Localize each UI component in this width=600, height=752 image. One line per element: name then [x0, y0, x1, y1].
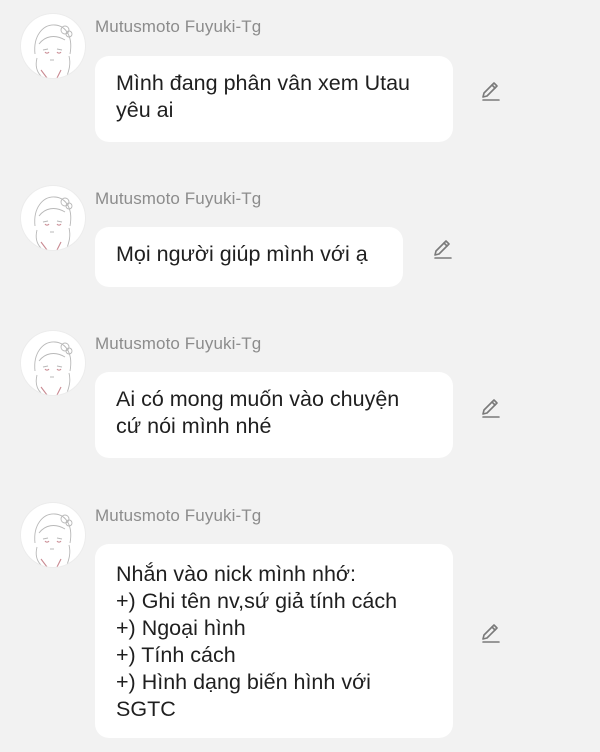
anime-girl-avatar-icon: [34, 24, 73, 78]
chat-thread: Mutusmoto Fuyuki-Tg Mình đang phân vân x…: [0, 0, 600, 752]
message-text-line: +) Ghi tên nv,sứ giả tính cách: [116, 589, 398, 613]
pencil-icon[interactable]: [479, 79, 503, 103]
anime-girl-avatar-icon: [34, 196, 73, 250]
message-text-line: +) Ngoại hình: [116, 616, 246, 640]
message-text-line: SGTC: [116, 697, 176, 721]
message-text-line: Mình đang phân vân xem Utau: [116, 71, 411, 95]
avatar[interactable]: [21, 186, 85, 250]
anime-girl-avatar-icon: [34, 341, 73, 395]
sender-name: Mutusmoto Fuyuki-Tg: [95, 506, 262, 525]
pencil-icon[interactable]: [479, 621, 503, 645]
anime-girl-avatar-icon: [34, 513, 73, 567]
avatar[interactable]: [21, 503, 85, 567]
message-text-line: Nhắn vào nick mình nhớ:: [116, 562, 356, 586]
message-text-line: +) Tính cách: [116, 643, 236, 667]
pencil-icon[interactable]: [431, 237, 455, 261]
sender-name: Mutusmoto Fuyuki-Tg: [95, 334, 262, 353]
message-bubble[interactable]: Mọi người giúp mình với ạ: [95, 227, 403, 287]
message-text-line: Ai có mong muốn vào chuyện: [116, 387, 400, 411]
sender-name: Mutusmoto Fuyuki-Tg: [95, 17, 262, 36]
message-text-line: +) Hình dạng biến hình với: [116, 670, 371, 694]
message-text-line: cứ nói mình nhé: [116, 414, 272, 438]
message-bubble[interactable]: Ai có mong muốn vào chuyện cứ nói mình n…: [95, 372, 453, 458]
message-bubble[interactable]: Nhắn vào nick mình nhớ: +) Ghi tên nv,sứ…: [95, 544, 453, 738]
message-text-line: Mọi người giúp mình với ạ: [116, 242, 368, 266]
avatar[interactable]: [21, 331, 85, 395]
message-bubble[interactable]: Mình đang phân vân xem Utau yêu ai: [95, 56, 453, 142]
avatar[interactable]: [21, 14, 85, 78]
pencil-icon[interactable]: [479, 396, 503, 420]
sender-name: Mutusmoto Fuyuki-Tg: [95, 189, 262, 208]
message-text-line: yêu ai: [116, 98, 174, 122]
